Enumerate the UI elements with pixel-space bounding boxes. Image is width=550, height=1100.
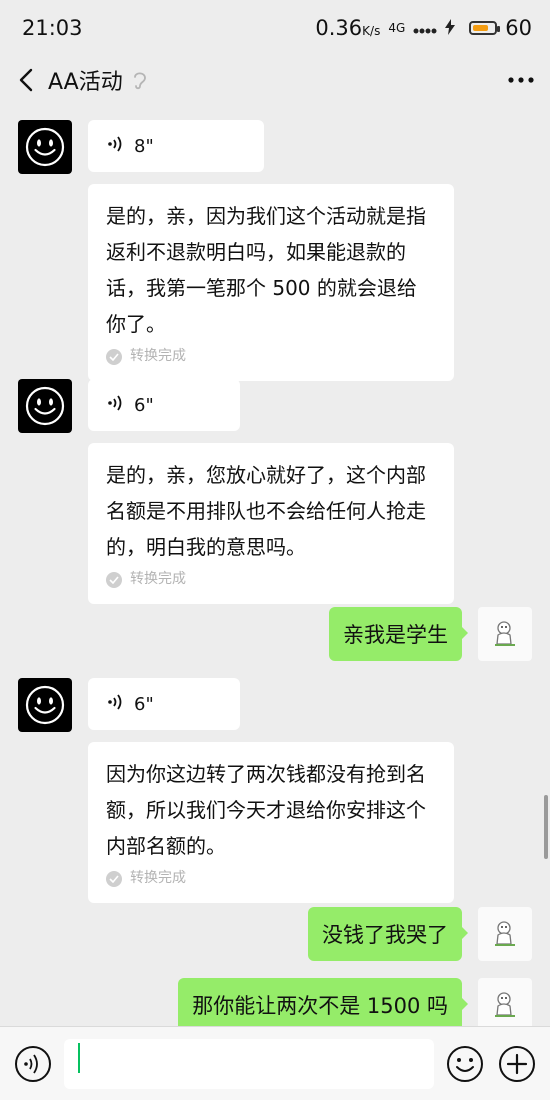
contact-avatar[interactable] bbox=[18, 120, 72, 174]
voice-duration: 6" bbox=[134, 693, 154, 715]
user-avatar[interactable] bbox=[478, 978, 532, 1026]
text-caret bbox=[78, 1043, 80, 1073]
back-arrow-icon[interactable] bbox=[14, 67, 40, 93]
user-avatar[interactable] bbox=[478, 607, 532, 661]
convert-status: 转换完成 bbox=[106, 567, 436, 592]
scrollbar-thumb[interactable] bbox=[544, 795, 548, 859]
outgoing-text-bubble[interactable]: 没钱了我哭了 bbox=[308, 907, 468, 961]
transcription-text: 是的，亲，因为我们这个活动就是指返利不退款明白吗，如果能退款的话，我第一笔那个 … bbox=[106, 204, 426, 336]
emoji-icon bbox=[447, 1045, 483, 1082]
user-avatar[interactable] bbox=[478, 907, 532, 961]
voice-duration: 8" bbox=[134, 135, 154, 157]
chat-header: AA活动 bbox=[0, 56, 550, 104]
status-right: 0.36K/s 4G 60 bbox=[315, 16, 532, 40]
voice-duration: 6" bbox=[134, 394, 154, 416]
transcription-text: 是的，亲，您放心就好了，这个内部名额是不用排队也不会给任何人抢走的，明白我的意思… bbox=[106, 463, 426, 559]
more-options-icon[interactable] bbox=[508, 76, 534, 84]
voice-wave-icon bbox=[106, 393, 126, 418]
outgoing-text-bubble[interactable]: 亲我是学生 bbox=[329, 607, 468, 661]
voice-wave-icon bbox=[106, 692, 126, 717]
battery-icon bbox=[469, 21, 501, 35]
outgoing-text-bubble[interactable]: 那你能让两次不是 1500 吗 bbox=[178, 978, 468, 1026]
transcription-card[interactable]: 是的，亲，您放心就好了，这个内部名额是不用排队也不会给任何人抢走的，明白我的意思… bbox=[88, 443, 454, 605]
voice-wave-icon bbox=[106, 134, 126, 159]
status-bar: 21:03 0.36K/s 4G 60 bbox=[0, 0, 550, 56]
incoming-message: 6" 因为你这边转了两次钱都没有抢到名额，所以我们今天才退给你安排这个内部名额的… bbox=[18, 678, 454, 904]
outgoing-message: 没钱了我哭了 bbox=[308, 907, 532, 961]
convert-status-label: 转换完成 bbox=[130, 348, 186, 364]
voice-message-bubble[interactable]: 8" bbox=[88, 120, 264, 172]
outgoing-message: 亲我是学生 bbox=[329, 607, 532, 661]
outgoing-message: 那你能让两次不是 1500 吗 bbox=[178, 978, 532, 1026]
contact-avatar[interactable] bbox=[18, 678, 72, 732]
contact-avatar[interactable] bbox=[18, 379, 72, 433]
input-bar bbox=[0, 1026, 550, 1100]
voice-message-bubble[interactable]: 6" bbox=[88, 678, 240, 730]
chat-title: AA活动 bbox=[48, 70, 123, 95]
transcription-card[interactable]: 是的，亲，因为我们这个活动就是指返利不退款明白吗，如果能退款的话，我第一笔那个 … bbox=[88, 184, 454, 382]
transcription-text: 因为你这边转了两次钱都没有抢到名额，所以我们今天才退给你安排这个内部名额的。 bbox=[106, 762, 426, 858]
plus-icon bbox=[499, 1045, 535, 1082]
voice-message-bubble[interactable]: 6" bbox=[88, 379, 240, 431]
convert-status-label: 转换完成 bbox=[130, 870, 186, 886]
check-icon bbox=[106, 571, 122, 588]
more-actions-button[interactable] bbox=[496, 1043, 538, 1085]
signal-icon bbox=[413, 16, 437, 40]
convert-status-label: 转换完成 bbox=[130, 571, 186, 587]
voice-input-icon bbox=[15, 1045, 51, 1082]
message-list[interactable]: 8" 是的，亲，因为我们这个活动就是指返利不退款明白吗，如果能退款的话，我第一笔… bbox=[0, 110, 550, 1026]
earpiece-mode-icon bbox=[131, 69, 149, 91]
check-icon bbox=[106, 870, 122, 887]
charging-icon bbox=[445, 16, 456, 40]
incoming-message: 8" 是的，亲，因为我们这个活动就是指返利不退款明白吗，如果能退款的话，我第一笔… bbox=[18, 120, 454, 382]
network-speed: 0.36K/s bbox=[315, 16, 381, 40]
message-input[interactable] bbox=[64, 1038, 434, 1089]
check-icon bbox=[106, 348, 122, 365]
status-time: 21:03 bbox=[22, 16, 83, 40]
convert-status: 转换完成 bbox=[106, 344, 436, 369]
emoji-button[interactable] bbox=[444, 1043, 486, 1085]
voice-input-button[interactable] bbox=[12, 1043, 54, 1085]
incoming-message: 6" 是的，亲，您放心就好了，这个内部名额是不用排队也不会给任何人抢走的，明白我… bbox=[18, 379, 454, 605]
network-type: 4G bbox=[388, 21, 406, 35]
transcription-card[interactable]: 因为你这边转了两次钱都没有抢到名额，所以我们今天才退给你安排这个内部名额的。 转… bbox=[88, 742, 454, 904]
convert-status: 转换完成 bbox=[106, 866, 436, 891]
battery-level: 60 bbox=[505, 16, 532, 40]
